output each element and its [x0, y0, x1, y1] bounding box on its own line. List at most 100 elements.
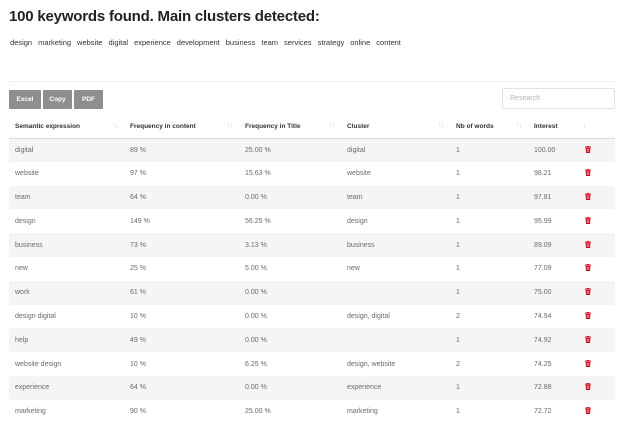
trash-icon[interactable] [585, 264, 591, 272]
column-header-nb-words[interactable]: Nb of words ↑↓ [450, 116, 528, 139]
cell-actions [577, 352, 615, 376]
table-row: business 73 % 3.13 % business 1 89.09 [9, 233, 615, 257]
header-label: Frequency in Title [245, 123, 301, 131]
cell-frequency-title: 5.00 % [245, 265, 267, 273]
trash-icon[interactable] [585, 335, 591, 343]
cell-interest: 98.21 [534, 170, 552, 178]
cell-nb-words: 1 [456, 217, 460, 225]
cluster-tag: marketing [38, 38, 72, 47]
cell-interest: 74.94 [534, 312, 552, 320]
cell-frequency-content: 64 % [124, 185, 239, 210]
cell-cluster: new [347, 265, 360, 273]
table-row: new 25 % 5.00 % new 1 77.09 [9, 257, 615, 281]
cell-interest: 100.00 [528, 138, 577, 162]
cell-actions [577, 280, 615, 305]
cell-actions [577, 257, 615, 281]
cell-nb-words: 2 [456, 312, 460, 320]
cell-frequency-content: 25 % [130, 265, 146, 273]
trash-icon[interactable] [585, 288, 591, 296]
cell-nb-words: 1 [450, 280, 528, 305]
cell-nb-words: 1 [456, 408, 460, 416]
cell-interest: 75.00 [528, 280, 577, 305]
cluster-tag: content [376, 38, 401, 47]
header-label: Nb of words [456, 123, 494, 131]
cell-frequency-content: 90 % [130, 408, 146, 416]
excel-export-button[interactable]: Excel [9, 90, 41, 109]
trash-icon[interactable] [585, 407, 591, 415]
table-row: digital 89 % 25.00 % digital 1 100.00 [9, 138, 615, 162]
pdf-export-button[interactable]: PDF [74, 90, 103, 109]
sort-icon: ↑↓ [112, 123, 118, 129]
cell-frequency-title: 15.63 % [245, 170, 271, 178]
cell-expression: digital [9, 138, 124, 162]
cell-nb-words: 1 [450, 375, 528, 400]
column-header-semantic-expression[interactable]: Semantic expression ↑↓ [9, 116, 124, 139]
cell-actions [577, 305, 615, 329]
cluster-tag: digital [108, 38, 129, 47]
trash-icon[interactable] [585, 169, 591, 177]
cluster-tag: experience [134, 38, 171, 47]
trash-icon[interactable] [585, 311, 591, 319]
table-row: website design 10 % 6.25 % design, website 2… [9, 352, 615, 376]
cell-interest: 72.72 [534, 408, 552, 416]
header-label: Semantic expression [15, 123, 81, 131]
cell-nb-words: 2 [456, 360, 460, 368]
cell-cluster [341, 328, 450, 353]
cell-frequency-content: 10 % [130, 312, 146, 320]
header-label: Interest [534, 123, 558, 131]
column-header-interest[interactable]: Interest [528, 116, 577, 139]
column-header-actions[interactable]: ↓ [577, 116, 615, 139]
search-input[interactable] [502, 88, 615, 109]
table-row: experience 64 % 0.00 % experience 1 72.88 [9, 375, 615, 400]
cluster-tag: online [350, 38, 371, 47]
cell-nb-words: 1 [450, 185, 528, 210]
trash-icon[interactable] [585, 192, 591, 200]
cell-expression: website design [15, 360, 62, 368]
cell-nb-words: 1 [450, 233, 528, 257]
trash-icon[interactable] [585, 383, 591, 391]
cell-actions [577, 328, 615, 353]
column-header-cluster[interactable]: Cluster ↑↓ [341, 116, 450, 139]
trash-icon[interactable] [585, 240, 591, 248]
column-header-frequency-title[interactable]: Frequency in Title ↑↓ [239, 116, 341, 139]
column-header-frequency-content[interactable]: Frequency in content ↑↓ [124, 116, 239, 139]
cell-frequency-title: 25.00 % [245, 408, 271, 416]
table-row: marketing 90 % 25.00 % marketing 1 72.72 [9, 400, 615, 424]
copy-button[interactable]: Copy [43, 90, 72, 109]
table-row: help 49 % 0.00 % 1 74.92 [9, 328, 615, 353]
cell-frequency-content: 49 % [124, 328, 239, 353]
cell-frequency-title: 0.00 % [239, 280, 341, 305]
export-toolbar: Excel Copy PDF [9, 90, 105, 109]
cell-cluster: team [341, 185, 450, 210]
cell-cluster: design [347, 217, 368, 225]
table-row: design 149 % 56.25 % design 1 95.99 [9, 209, 615, 233]
cell-expression: experience [9, 375, 124, 400]
cell-cluster: website [347, 170, 371, 178]
cell-cluster: digital [341, 138, 450, 162]
cell-expression: work [9, 280, 124, 305]
cell-cluster: design, website [347, 360, 396, 368]
cell-actions [577, 162, 615, 186]
table-header-row: Semantic expression ↑↓ Frequency in conte… [9, 116, 615, 139]
cell-actions [577, 233, 615, 257]
cell-expression: design digital [15, 312, 56, 320]
cluster-tag: team [261, 38, 279, 47]
table-row: team 64 % 0.00 % team 1 97.81 [9, 185, 615, 210]
cell-expression: website [15, 170, 39, 178]
cell-frequency-content: 97 % [130, 170, 146, 178]
cell-frequency-title: 0.00 % [239, 328, 341, 353]
trash-icon[interactable] [585, 216, 591, 224]
cell-cluster [341, 280, 450, 305]
cell-actions [577, 185, 615, 210]
cluster-tags: design marketing website digital experience d… [10, 38, 407, 47]
cell-frequency-content: 73 % [124, 233, 239, 257]
cluster-tag: development [176, 38, 220, 47]
cell-actions [577, 375, 615, 400]
trash-icon[interactable] [585, 359, 591, 367]
trash-icon[interactable] [585, 145, 591, 153]
cell-cluster: marketing [347, 408, 378, 416]
sort-icon: ↓ [583, 123, 586, 129]
cell-expression: business [9, 233, 124, 257]
cell-interest: 74.92 [528, 328, 577, 353]
cell-frequency-title: 0.00 % [239, 185, 341, 210]
